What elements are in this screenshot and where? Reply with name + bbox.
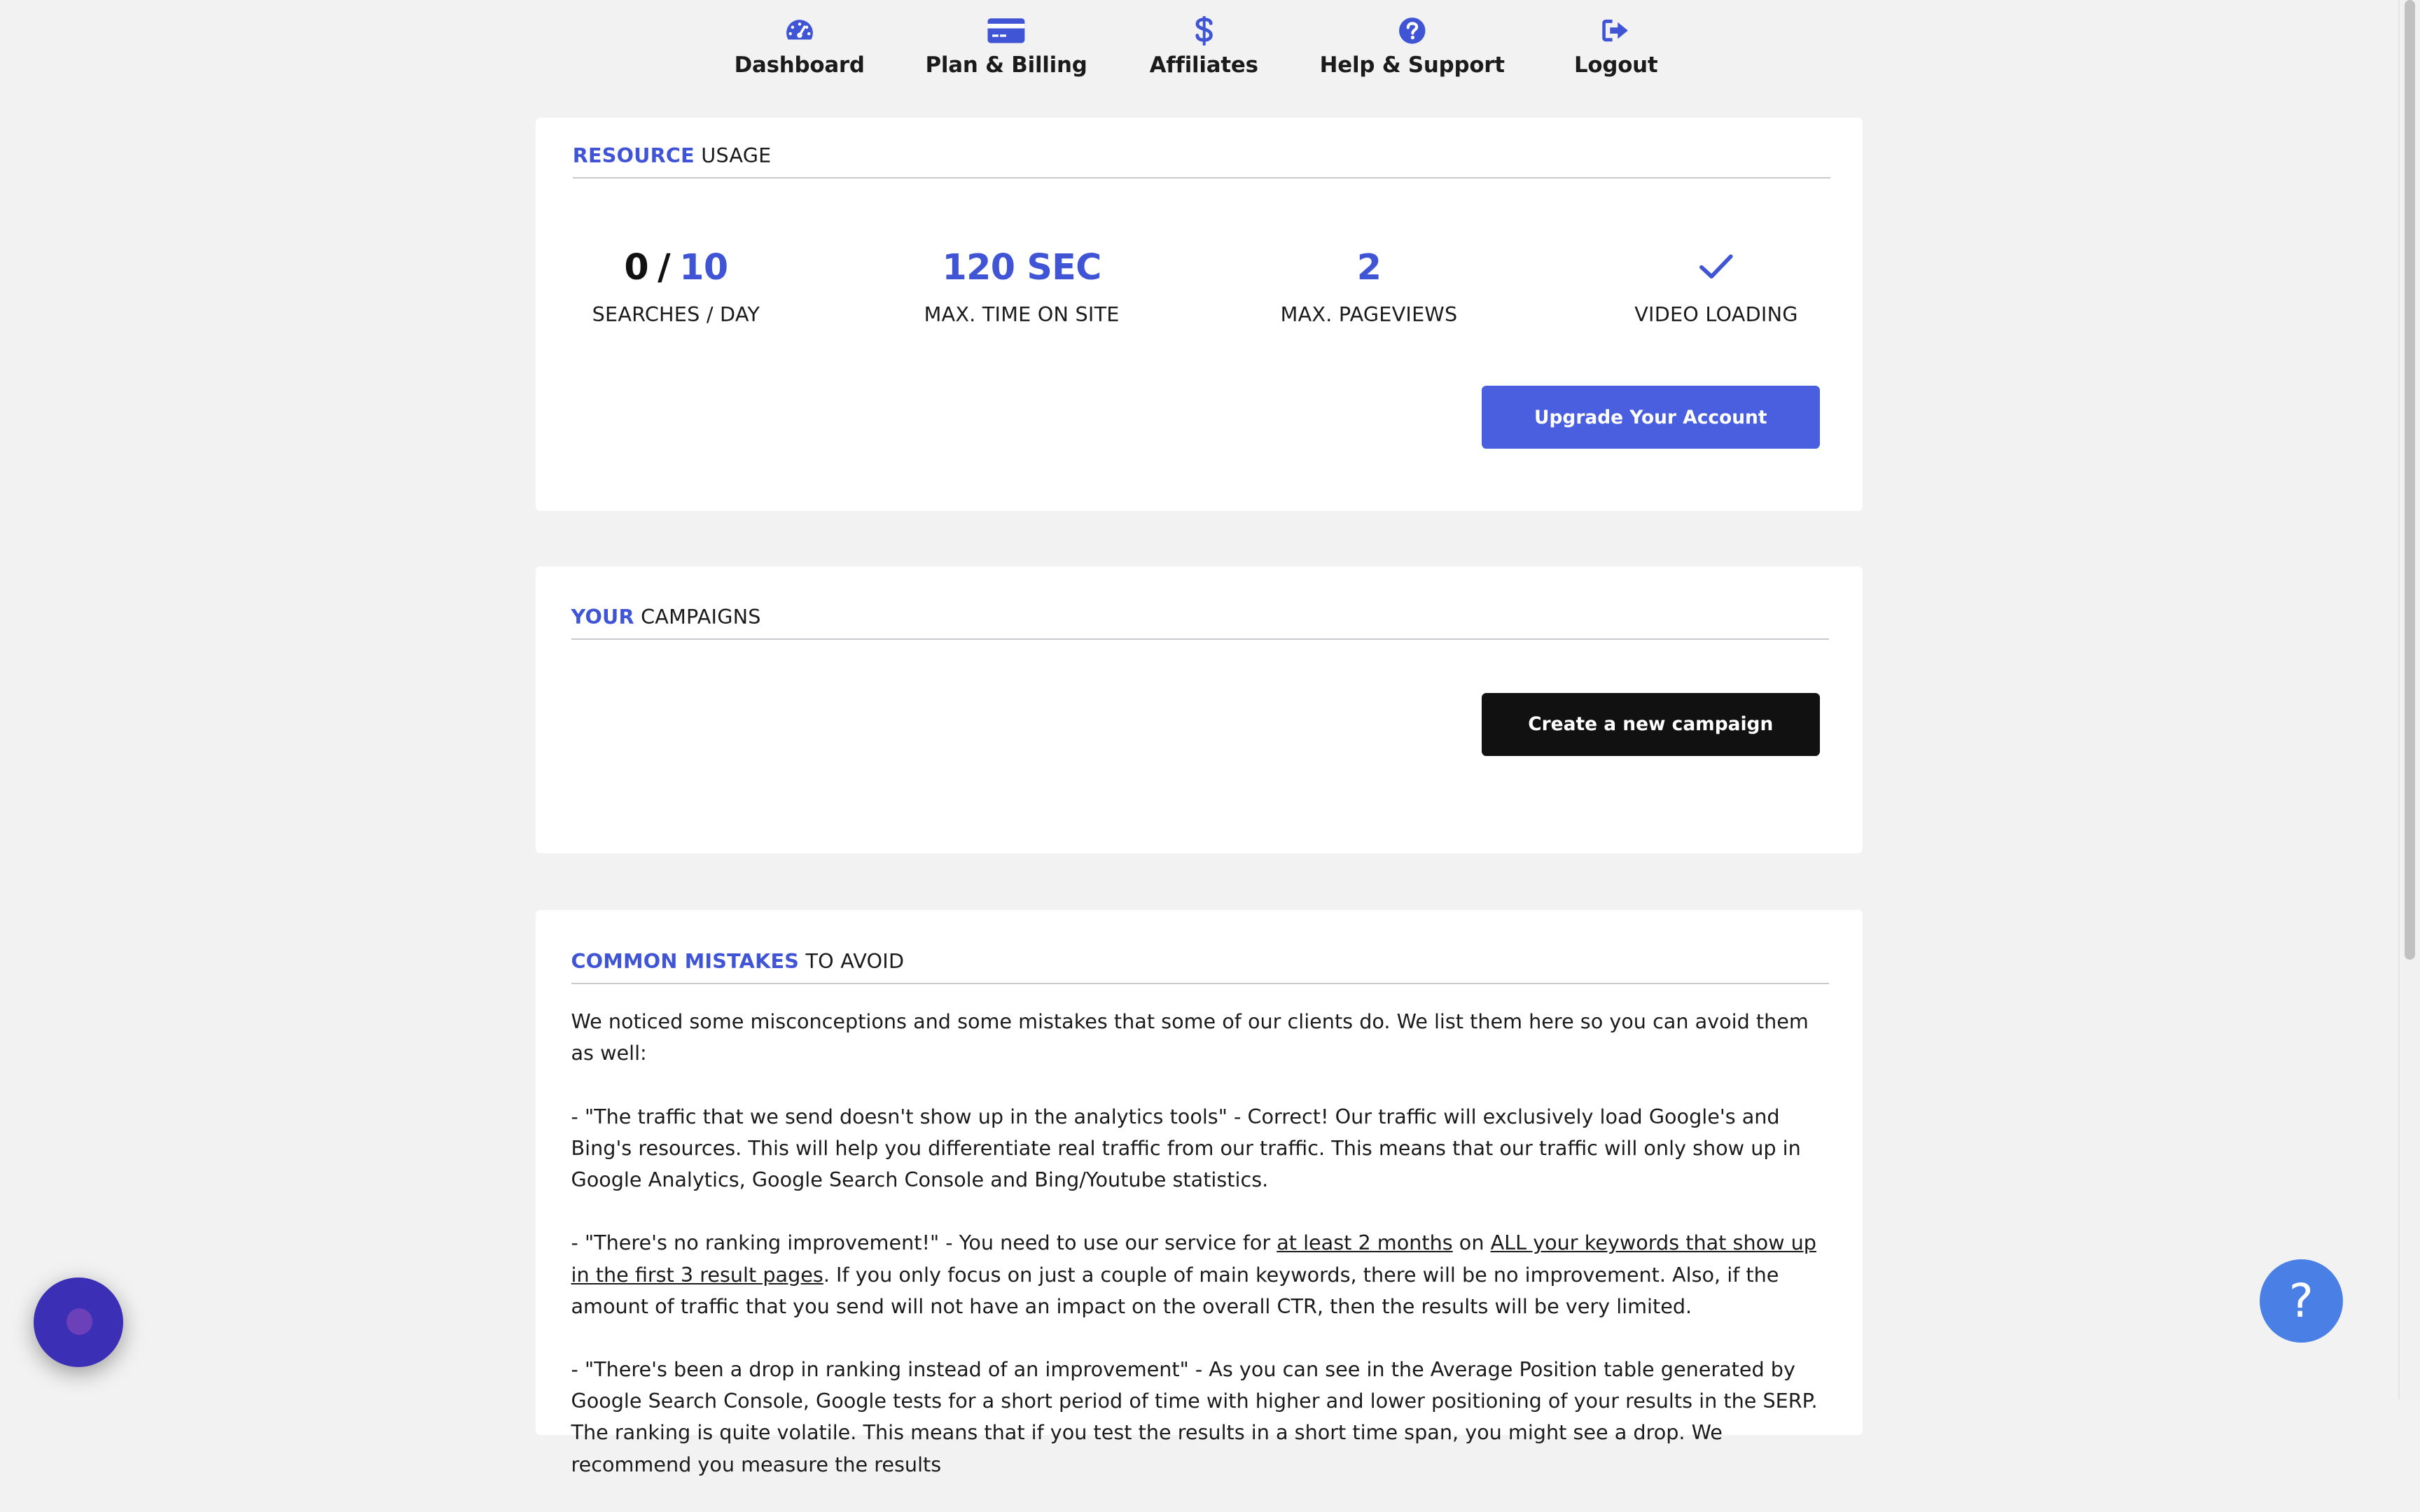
- nav-help-support-label: Help & Support: [1319, 52, 1505, 78]
- nav-logout[interactable]: Logout: [1574, 15, 1658, 78]
- time-on-site-stat: 120 SEC MAX. TIME ON SITE: [868, 244, 1176, 326]
- pageviews-stat: 2 MAX. PAGEVIEWS: [1215, 244, 1524, 326]
- credit-card-icon: [987, 18, 1025, 43]
- upgrade-account-button[interactable]: Upgrade Your Account: [1481, 386, 1820, 449]
- mistake-no-ranking: - "There's no ranking improvement!" - Yo…: [571, 1231, 1816, 1318]
- floating-help-button[interactable]: ?: [2259, 1259, 2343, 1343]
- nav-plan-billing-label: Plan & Billing: [925, 52, 1087, 78]
- nav-dashboard[interactable]: Dashboard: [735, 15, 865, 78]
- top-nav: Dashboard Plan & Billing Affiliates Help…: [0, 0, 2400, 96]
- question-circle-icon: [1399, 18, 1426, 44]
- time-on-site-label: MAX. TIME ON SITE: [924, 302, 1120, 326]
- pageviews-value: 2: [1356, 246, 1382, 288]
- campaigns-card: YOUR CAMPAIGNS Create a new campaign: [535, 566, 1863, 853]
- dollar-icon: [1195, 16, 1213, 46]
- logout-icon: [1601, 20, 1628, 42]
- page: Dashboard Plan & Billing Affiliates Help…: [0, 0, 2420, 1476]
- mistake-analytics: - "The traffic that we send doesn't show…: [571, 1104, 1801, 1191]
- common-mistakes-heading: COMMON MISTAKES TO AVOID: [571, 949, 1829, 984]
- pageviews-label: MAX. PAGEVIEWS: [1280, 302, 1458, 326]
- mistakes-body: We noticed some misconceptions and some …: [571, 1006, 1825, 1512]
- nav-affiliates[interactable]: Affiliates: [1150, 15, 1258, 78]
- nav-help-support[interactable]: Help & Support: [1320, 15, 1505, 78]
- nav-dashboard-label: Dashboard: [734, 52, 865, 78]
- mistakes-intro: We noticed some misconceptions and some …: [571, 1009, 1809, 1065]
- searches-stat: 0 / 10 SEARCHES / DAY: [522, 244, 830, 326]
- gauge-icon: [786, 20, 813, 40]
- link-at-least-2-months[interactable]: at least 2 months: [1277, 1231, 1452, 1254]
- check-icon: [1699, 253, 1733, 279]
- nav-affiliates-label: Affiliates: [1149, 52, 1258, 78]
- video-loading-stat: VIDEO LOADING: [1562, 244, 1871, 326]
- resource-usage-heading: RESOURCE USAGE: [572, 144, 1831, 179]
- resource-usage-card: RESOURCE USAGE 0 / 10 SEARCHES / DAY 120…: [535, 117, 1863, 511]
- common-mistakes-card: COMMON MISTAKES TO AVOID We noticed some…: [535, 910, 1863, 1476]
- mistake-ranking-drop: - "There's been a drop in ranking instea…: [571, 1357, 1818, 1476]
- searches-used: 0: [624, 246, 648, 288]
- searches-label: SEARCHES / DAY: [592, 302, 760, 326]
- scrollbar-thumb[interactable]: [2404, 0, 2416, 960]
- chat-bubble-icon: [66, 1308, 93, 1335]
- searches-limit: 10: [679, 246, 728, 288]
- chat-widget-button[interactable]: [34, 1277, 124, 1367]
- searches-separator: /: [658, 246, 671, 288]
- nav-plan-billing[interactable]: Plan & Billing: [926, 15, 1087, 78]
- video-loading-label: VIDEO LOADING: [1634, 302, 1798, 326]
- page-scrollbar[interactable]: [2398, 0, 2420, 1400]
- create-campaign-button[interactable]: Create a new campaign: [1481, 692, 1820, 756]
- campaigns-heading: YOUR CAMPAIGNS: [571, 605, 1829, 640]
- nav-logout-label: Logout: [1573, 52, 1658, 78]
- time-on-site-value: 120 SEC: [942, 246, 1102, 288]
